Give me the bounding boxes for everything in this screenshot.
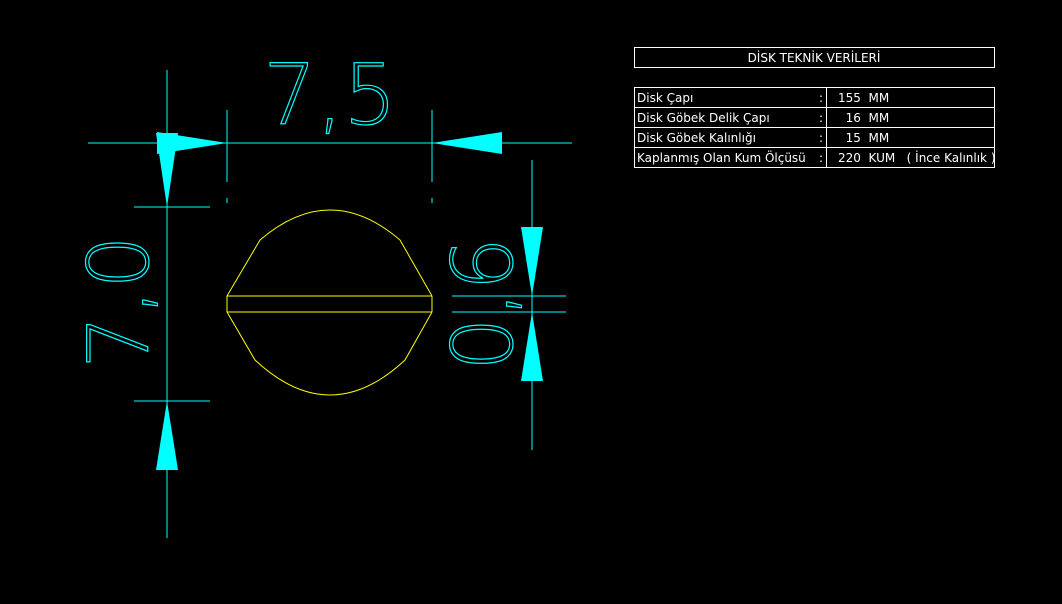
row-value: 220 KUM ( İnce Kalınlık ) bbox=[838, 150, 996, 165]
row-separator: : bbox=[819, 91, 823, 105]
row-value: 16 MM bbox=[838, 111, 889, 125]
table-title: DİSK TEKNİK VERİLERİ bbox=[748, 50, 881, 65]
width-arrow-right bbox=[432, 132, 502, 154]
row-separator: : bbox=[819, 151, 823, 165]
table-row: Disk Çapı : 155 MM bbox=[637, 91, 889, 105]
height-arrow-bottom bbox=[156, 401, 178, 470]
table-row: Disk Göbek Kalınlığı : 15 MM bbox=[637, 131, 889, 145]
thickness-dimension-label: 0,6 bbox=[434, 237, 532, 371]
row-value: 15 MM bbox=[838, 131, 889, 145]
height-dimension-label: 7,0 bbox=[70, 235, 168, 369]
row-label: Disk Göbek Delik Çapı bbox=[637, 111, 770, 125]
row-label: Disk Çapı bbox=[637, 91, 693, 105]
cad-drawing-canvas: 7,5 7,0 0,6 DİSK TEKNİK VERİLERİ Disk Ça… bbox=[0, 0, 1062, 604]
row-label: Disk Göbek Kalınlığı bbox=[637, 131, 756, 145]
disk-section-outline bbox=[226, 209, 433, 396]
row-label: Kaplanmış Olan Kum Ölçüsü bbox=[637, 149, 806, 165]
disk-upper-arc bbox=[226, 209, 433, 297]
row-value: 155 MM bbox=[838, 91, 889, 105]
width-dimension-label: 7,5 bbox=[263, 46, 397, 144]
row-separator: : bbox=[819, 131, 823, 145]
disk-lower-arc bbox=[226, 311, 433, 396]
table-row: Kaplanmış Olan Kum Ölçüsü : 220 KUM ( İn… bbox=[637, 149, 996, 165]
tech-data-title-box: DİSK TEKNİK VERİLERİ bbox=[634, 47, 995, 68]
row-separator: : bbox=[819, 111, 823, 125]
height-arrow-top bbox=[156, 133, 178, 207]
table-row: Disk Göbek Delik Çapı : 16 MM bbox=[637, 111, 889, 125]
